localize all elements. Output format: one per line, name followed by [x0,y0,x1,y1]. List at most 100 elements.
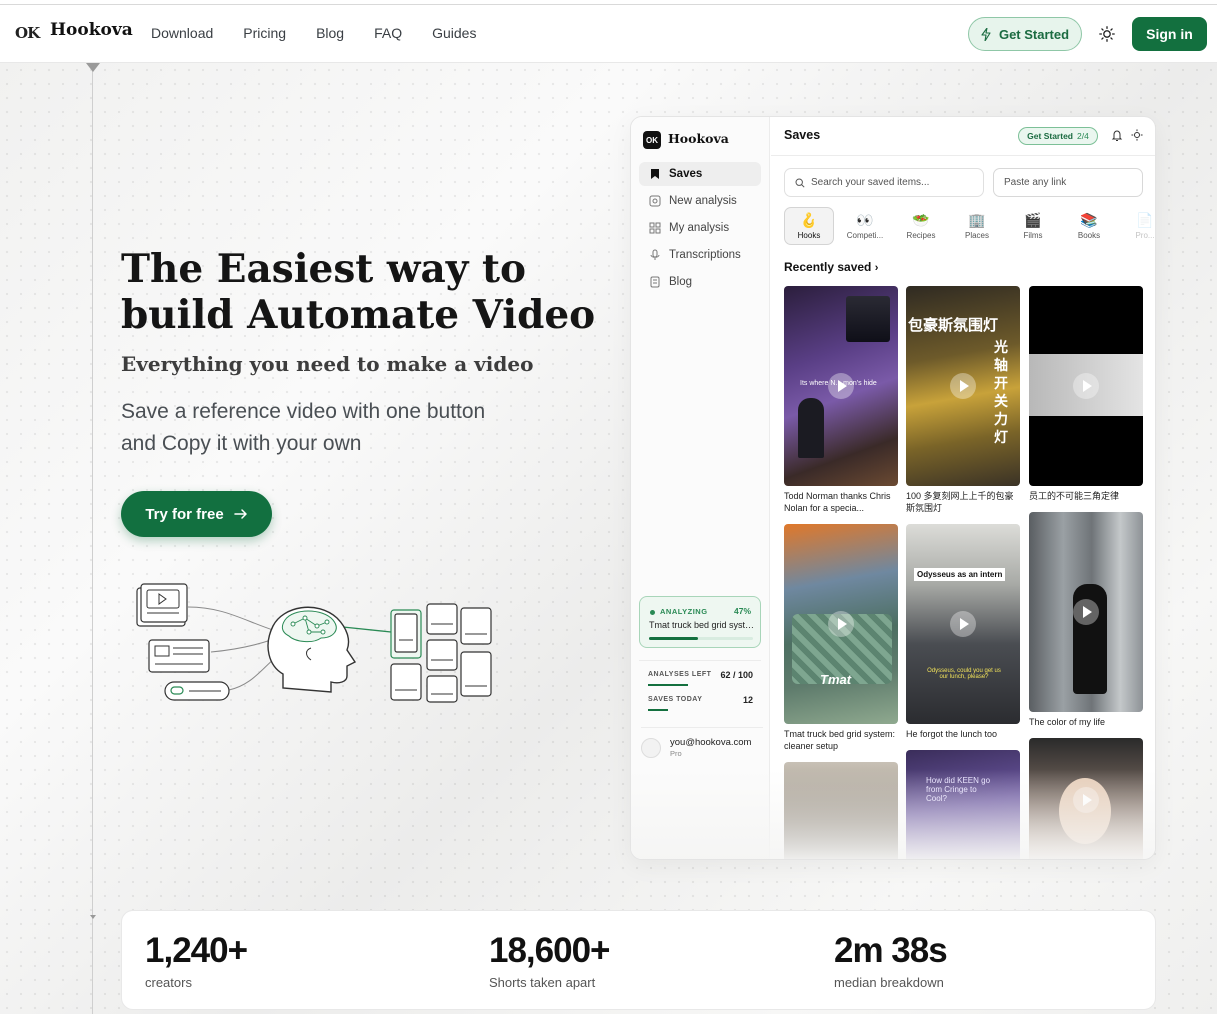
video-caption: The color of my life [1029,717,1106,727]
saves-today-bar [648,709,668,711]
sidebar-nav: Saves New analysis My analysis Transcrip… [639,162,761,297]
stat-label: creators [145,975,192,990]
analyzing-percent: 47% [733,606,751,616]
play-icon[interactable] [1073,787,1099,813]
video-thumbnail [784,762,898,859]
category-books[interactable]: 📚 Books [1064,207,1114,245]
scan-icon [649,195,661,207]
logo-icon[interactable]: OK [15,23,40,43]
sun-icon[interactable] [1131,129,1143,141]
video-thumbnail [1029,286,1143,486]
brain-head-icon [267,606,357,693]
category-hooks[interactable]: 🪝 Hooks [784,207,834,245]
play-icon[interactable] [828,611,854,637]
nav-link-blog[interactable]: Blog [316,25,344,41]
text-card-icon [148,639,210,673]
sidebar-item-saves[interactable]: Saves [639,162,761,186]
bell-icon[interactable] [1111,129,1123,142]
video-card-icon [136,583,188,627]
guide-marker-top [86,63,100,72]
list-item[interactable]: Odysseus as an intern Odysseus, could yo… [906,524,1020,740]
stat-label: Shorts taken apart [489,975,596,990]
category-recipes[interactable]: 🥗 Recipes [896,207,946,245]
eyes-icon: 👀 [856,212,874,228]
grid-icon [649,222,661,234]
app-brand-name: Hookova [668,131,729,146]
vertical-guide-line [92,63,93,1014]
output-tiles-icon [390,603,492,703]
list-item[interactable]: Tmat Tmat truck bed grid system: cleaner… [784,524,898,752]
clapper-icon: 🎬 [1024,212,1042,228]
play-icon[interactable] [828,373,854,399]
analyses-left-bar [648,684,688,686]
theme-toggle-button[interactable] [1092,19,1122,49]
category-films[interactable]: 🎬 Films [1008,207,1058,245]
sidebar-item-blog[interactable]: Blog [639,270,761,294]
get-started-button[interactable]: Get Started [968,17,1082,51]
video-caption: He forgot the lunch too [906,729,998,739]
workflow-illustration [136,583,492,703]
page-icon: 📄 [1136,212,1154,228]
try-for-free-button[interactable]: Try for free [121,491,272,537]
video-caption: 员工的不可能三角定律 [1029,491,1120,501]
list-item[interactable]: The color of my life [1029,512,1143,728]
app-logo-icon: OK [643,131,661,149]
sidebar-item-label: Transcriptions [669,249,741,261]
list-item[interactable]: How did KEEN go from Cringe to Cool? [906,750,1020,859]
sidebar-item-transcriptions[interactable]: Transcriptions [639,243,761,267]
play-icon[interactable] [950,373,976,399]
document-icon [649,276,661,288]
description-line-1: Save a reference video with one button [121,400,486,423]
play-icon[interactable] [1073,373,1099,399]
list-item[interactable]: Its where N... mon's hide Todd Norman th… [784,286,898,514]
analyzing-progress-fill [649,637,698,640]
chevron-right-icon: › [874,262,879,274]
headline-line-2: build Automate Video [121,292,596,338]
stat-value: 18,600+ [489,931,610,970]
nav-link-faq[interactable]: FAQ [374,25,402,41]
user-account[interactable]: you@hookova.com Pro [641,727,763,758]
salad-icon: 🥗 [912,212,930,228]
sign-in-button[interactable]: Sign in [1132,17,1207,51]
stat-value: 2m 38s [834,931,948,970]
play-icon[interactable] [1073,599,1099,625]
hook-icon: 🪝 [800,212,818,228]
stat-label: median breakdown [834,975,944,990]
nav-link-pricing[interactable]: Pricing [243,25,286,41]
stat-shorts: 18,600+ Shorts taken apart [489,931,610,990]
category-places[interactable]: 🏢 Places [952,207,1002,245]
recently-saved-heading[interactable]: Recently saved › [784,260,878,274]
category-more[interactable]: 📄 Pro... [1120,207,1155,245]
header-divider [771,155,1155,156]
sidebar-item-label: Blog [669,276,693,288]
brand-name[interactable]: Hookova [50,20,133,40]
get-started-progress-pill[interactable]: Get Started 2/4 [1018,127,1098,145]
list-item[interactable]: 员工的不可能三角定律 [1029,286,1143,502]
pill-label: Get Started [1027,131,1073,141]
app-sidebar: OK Hookova Saves New analysis My analysi… [631,117,770,859]
video-thumbnail: Its where N... mon's hide [784,286,898,486]
user-email: you@hookova.com [670,737,752,748]
hero-description: Save a reference video with one button a… [121,396,561,460]
list-item[interactable] [784,762,898,859]
sidebar-item-label: My analysis [669,222,730,234]
video-thumbnail: 包豪斯氛围灯 光轴开关力灯 [906,286,1020,486]
analyses-left-value: 62 / 100 [720,670,753,680]
paste-link-input[interactable]: Paste any link [993,168,1143,197]
play-icon[interactable] [950,611,976,637]
stat-value: 1,240+ [145,931,248,970]
list-item[interactable] [1029,738,1143,859]
sidebar-item-new-analysis[interactable]: New analysis [639,189,761,213]
search-input[interactable]: Search your saved items... [784,168,984,197]
category-competitors[interactable]: 👀 Competi... [840,207,890,245]
nav-link-guides[interactable]: Guides [432,25,476,41]
sidebar-item-my-analysis[interactable]: My analysis [639,216,761,240]
list-item[interactable]: 包豪斯氛围灯 光轴开关力灯 100 多复刻网上上千的包豪斯氛围灯 [906,286,1020,514]
nav-link-download[interactable]: Download [151,25,213,41]
analyzing-label: ANALYZING [650,607,708,616]
stat-creators: 1,240+ creators [145,931,248,990]
guide-marker-bottom [90,915,96,919]
stats-bar: 1,240+ creators 18,600+ Shorts taken apa… [121,910,1156,1010]
saves-today-value: 12 [742,695,753,705]
analyzing-progress-card[interactable]: ANALYZING 47% Tmat truck bed grid system… [639,596,761,648]
